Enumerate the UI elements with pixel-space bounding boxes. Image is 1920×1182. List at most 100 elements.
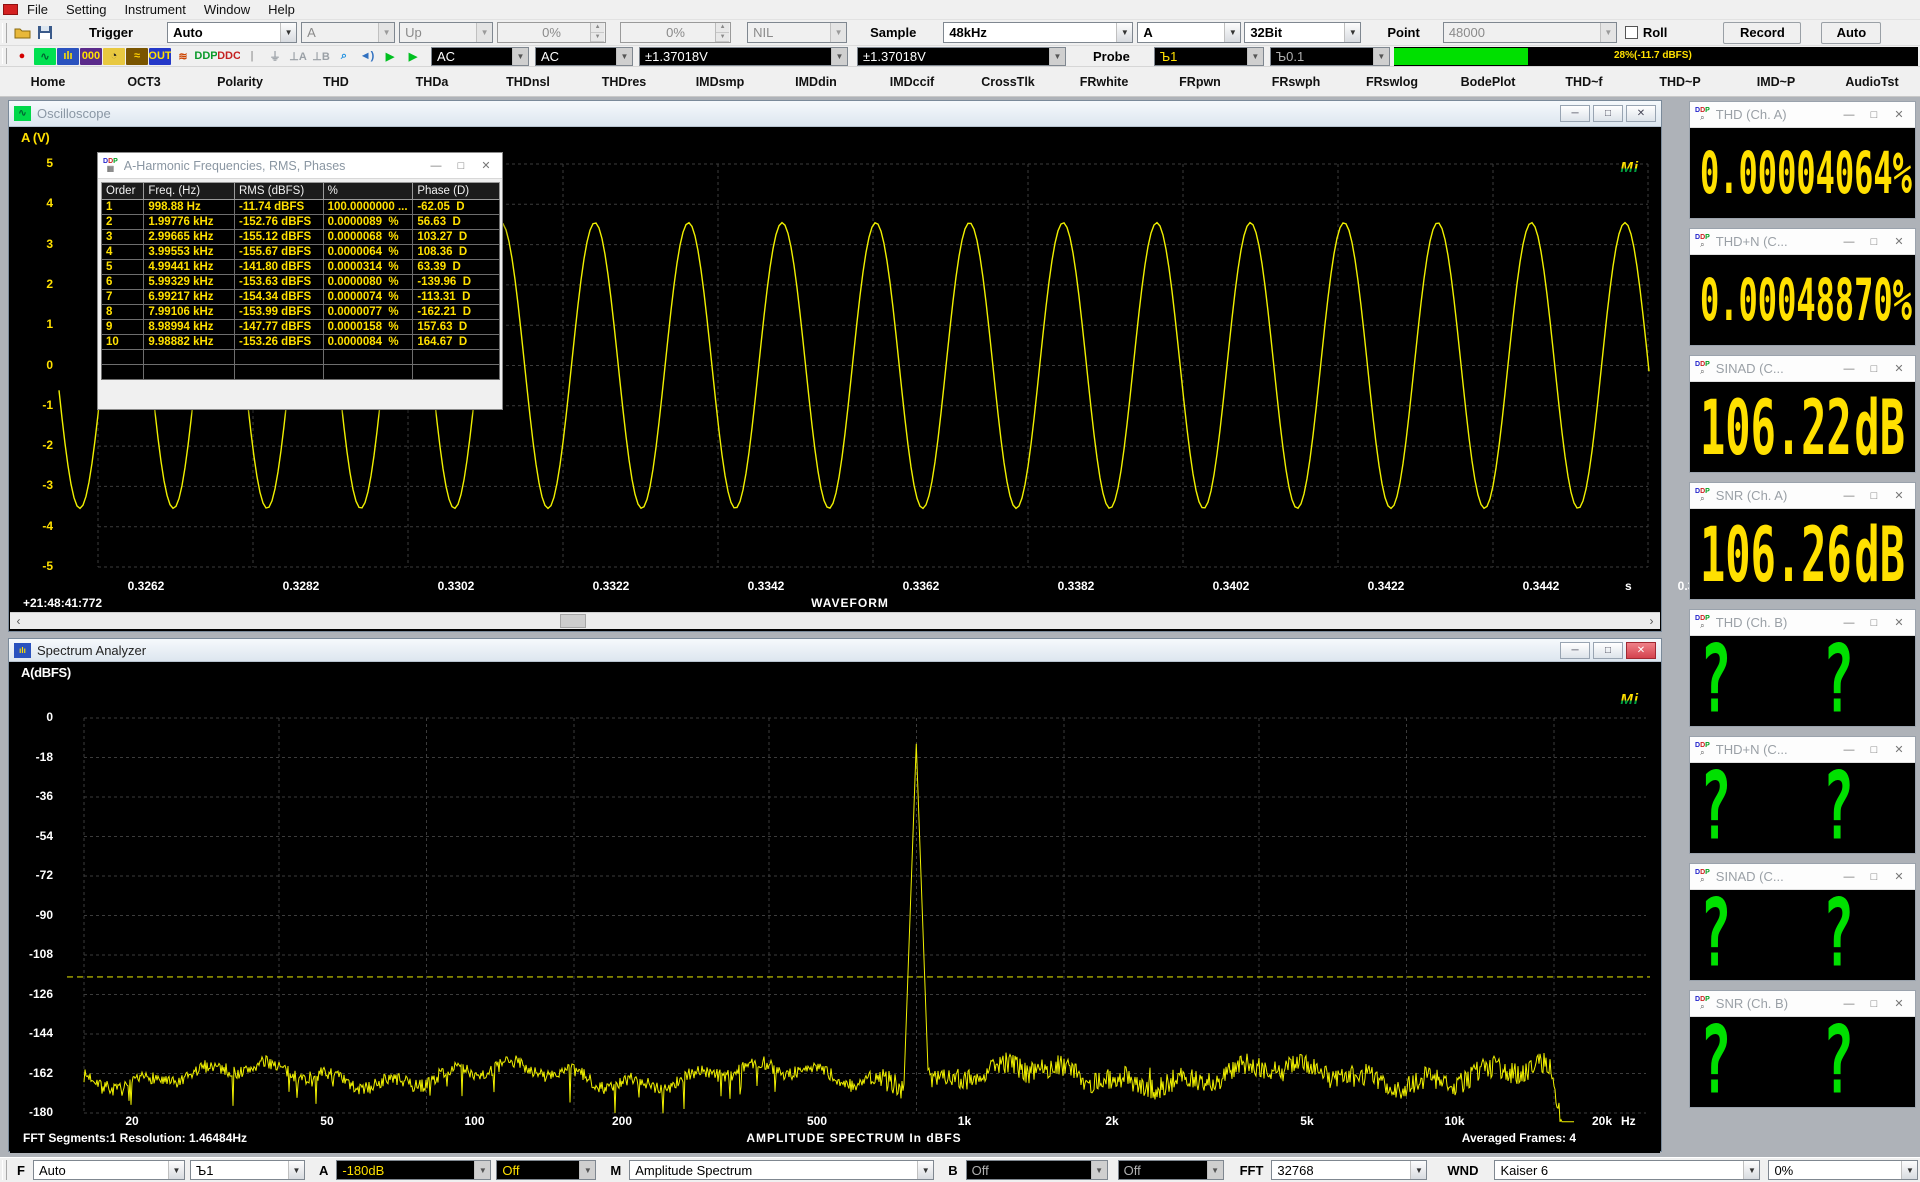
range-a-select[interactable]: -180dB▼	[336, 1160, 491, 1180]
table-row[interactable]: 98.98994 kHz-147.77 dBFS0.0000158 %157.6…	[102, 320, 500, 335]
range-b-select[interactable]: Off▼	[966, 1160, 1108, 1180]
spectrum-titlebar[interactable]: ılı Spectrum Analyzer ─ □ ✕	[9, 639, 1661, 662]
chevron-down-icon[interactable]: ▼	[1373, 48, 1389, 65]
chevron-down-icon[interactable]: ▼	[1049, 48, 1065, 65]
record-icon[interactable]: ●	[11, 48, 33, 65]
measurement-tab[interactable]: FRpwn	[1152, 67, 1248, 96]
measurement-tab[interactable]: THDa	[384, 67, 480, 96]
measurement-tab[interactable]: THD	[288, 67, 384, 96]
device-test-plan-icon[interactable]: ◔	[103, 48, 125, 65]
fft-size-select[interactable]: 32768▼	[1271, 1160, 1427, 1180]
table-column-header[interactable]: %	[323, 183, 413, 200]
measurement-tab[interactable]: THDnsl	[480, 67, 576, 96]
chevron-down-icon[interactable]: ▼	[288, 1161, 304, 1179]
horizontal-scrollbar[interactable]: ‹ ›	[10, 612, 1660, 629]
table-column-header[interactable]: Freq. (Hz)	[144, 183, 235, 200]
run-channel-b-icon[interactable]: ▶	[402, 48, 424, 65]
toolbar-separator[interactable]: |	[241, 48, 263, 65]
trigger-delay-spinner[interactable]: 0%▲▼	[620, 22, 731, 43]
signal-generator-icon[interactable]: OUT	[149, 48, 171, 65]
spectrum-analyzer-icon[interactable]: ılı	[57, 48, 79, 65]
chevron-down-icon[interactable]: ▼	[1410, 1161, 1426, 1179]
chevron-down-icon[interactable]: ▼	[512, 48, 528, 65]
menu-item[interactable]: File	[18, 0, 57, 19]
overlap-select[interactable]: 0%▼	[1768, 1160, 1918, 1180]
scroll-left-icon[interactable]: ‹	[10, 613, 27, 629]
table-row[interactable]: 21.99776 kHz-152.76 dBFS0.0000089 %56.63…	[102, 215, 500, 230]
coupling-b-select[interactable]: AC▼	[535, 47, 633, 66]
save-file-icon[interactable]	[34, 24, 56, 41]
scroll-right-icon[interactable]: ›	[1643, 613, 1660, 629]
probe-a-select[interactable]: Ъ1▼	[1154, 47, 1264, 66]
table-row[interactable]: 1998.88 Hz-11.74 dBFS100.0000000 ...-62.…	[102, 200, 500, 215]
measurement-tab[interactable]: Polarity	[192, 67, 288, 96]
auto-button[interactable]: Auto	[1821, 22, 1881, 44]
table-row[interactable]	[102, 365, 500, 380]
record-length-select[interactable]: 48000▼	[1443, 22, 1617, 43]
table-row[interactable]: 43.99553 kHz-155.67 dBFS0.0000064 %108.3…	[102, 245, 500, 260]
sampling-channel-select[interactable]: A▼	[1137, 22, 1241, 43]
measurement-tab[interactable]: IMDsmp	[672, 67, 768, 96]
chevron-down-icon[interactable]: ▼	[579, 1161, 595, 1179]
chevron-down-icon[interactable]: ▼	[474, 1161, 490, 1179]
reference-b-select[interactable]: Off▼	[1118, 1160, 1224, 1180]
minimize-button[interactable]: ─	[1560, 105, 1590, 122]
bit-depth-select[interactable]: 32Bit▼	[1244, 22, 1361, 43]
close-button[interactable]: ✕	[1626, 642, 1656, 659]
trigger-hpf-select[interactable]: NIL▼	[747, 22, 847, 43]
scrollbar-thumb[interactable]	[560, 614, 586, 628]
harmonics-dialog-titlebar[interactable]: DDP▦ A-Harmonic Frequencies, RMS, Phases…	[98, 153, 502, 179]
table-row[interactable]: 65.99329 kHz-153.63 dBFS0.0000080 %-139.…	[102, 275, 500, 290]
trigger-source-select[interactable]: A▼	[301, 22, 395, 43]
chevron-down-icon[interactable]: ▼	[1247, 48, 1263, 65]
table-row[interactable]: 54.99441 kHz-141.80 dBFS0.0000314 %63.39…	[102, 260, 500, 275]
coupling-a-select[interactable]: AC▼	[431, 47, 529, 66]
measurement-tab[interactable]: THD~f	[1536, 67, 1632, 96]
chevron-down-icon[interactable]: ▼	[168, 1161, 184, 1179]
trigger-edge-select[interactable]: Up▼	[399, 22, 493, 43]
window-function-select[interactable]: Kaiser 6▼	[1494, 1160, 1760, 1180]
range-a-select[interactable]: ±1.37018V▼	[639, 47, 848, 66]
chevron-down-icon[interactable]: ▼	[1224, 23, 1240, 42]
menu-item[interactable]: Window	[195, 0, 259, 19]
table-row[interactable]: 76.99217 kHz-154.34 dBFS0.0000074 %-113.…	[102, 290, 500, 305]
range-b-select[interactable]: ±1.37018V▼	[857, 47, 1066, 66]
menu-item[interactable]: Setting	[57, 0, 115, 19]
refresh-mode-select[interactable]: Auto▼	[33, 1160, 185, 1180]
measurement-tab[interactable]: Home	[0, 67, 96, 96]
close-button[interactable]: ✕	[1626, 105, 1656, 122]
ddc-icon[interactable]: DDC	[218, 48, 240, 65]
minimize-button[interactable]: ─	[1560, 642, 1590, 659]
table-row[interactable]: 32.99665 kHz-155.12 dBFS0.0000068 %103.2…	[102, 230, 500, 245]
reference-a-select[interactable]: Off▼	[496, 1160, 596, 1180]
record-button[interactable]: Record	[1723, 22, 1801, 44]
table-column-header[interactable]: RMS (dBFS)	[234, 183, 323, 200]
close-button[interactable]: ✕	[475, 158, 497, 174]
sound-output-icon[interactable]: ◄)	[356, 48, 378, 65]
maximize-button[interactable]: □	[1593, 642, 1623, 659]
chevron-down-icon[interactable]: ▼	[831, 48, 847, 65]
chevron-down-icon[interactable]: ▼	[1901, 1161, 1917, 1179]
zero-channel-b-icon[interactable]: ⊥B	[310, 48, 332, 65]
table-row[interactable]: 87.99106 kHz-153.99 dBFS0.0000077 %-162.…	[102, 305, 500, 320]
chevron-down-icon[interactable]: ▼	[1344, 23, 1360, 42]
probe-select[interactable]: Ъ1▼	[190, 1160, 305, 1180]
measurement-tab[interactable]: BodePlot	[1440, 67, 1536, 96]
oscilloscope-titlebar[interactable]: ∿ Oscilloscope ─ □ ✕	[9, 101, 1661, 127]
measurement-tab[interactable]: IMDdin	[768, 67, 864, 96]
sampling-rate-select[interactable]: 48kHz▼	[943, 22, 1133, 43]
menu-item[interactable]: Instrument	[115, 0, 194, 19]
oscilloscope-icon[interactable]: ∿	[34, 48, 56, 65]
chevron-down-icon[interactable]: ▼	[1743, 1161, 1759, 1179]
minimize-button[interactable]: —	[425, 158, 447, 174]
ddp-viewer-icon[interactable]: DDP	[195, 48, 217, 65]
measurement-tab[interactable]: FRswph	[1248, 67, 1344, 96]
measurement-tab[interactable]: OCT3	[96, 67, 192, 96]
derived-data-curve-icon[interactable]: ≋	[172, 48, 194, 65]
spectrogram-icon[interactable]: ≈	[126, 48, 148, 65]
roll-checkbox[interactable]	[1625, 26, 1638, 39]
chevron-down-icon[interactable]: ▼	[616, 48, 632, 65]
measurement-tab[interactable]: THDres	[576, 67, 672, 96]
trigger-level-spinner[interactable]: 0%▲▼	[497, 22, 606, 43]
open-file-icon[interactable]	[11, 24, 33, 41]
